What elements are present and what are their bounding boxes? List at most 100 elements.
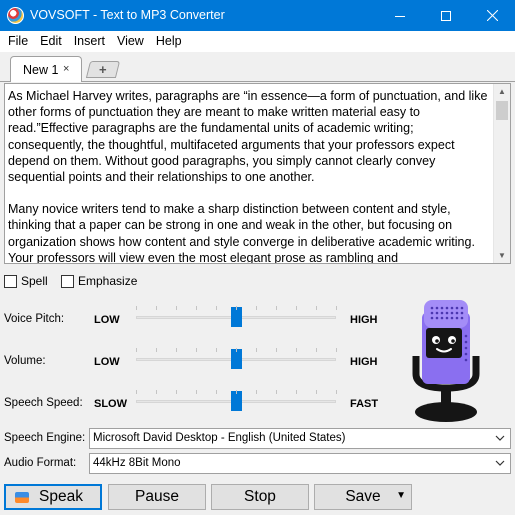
menu-view[interactable]: View [111, 31, 150, 52]
pause-label: Pause [135, 488, 179, 505]
slider-tick [316, 348, 317, 352]
slider-tick [296, 348, 297, 352]
slider-tick [136, 348, 137, 352]
scroll-down-icon[interactable]: ▼ [498, 251, 506, 260]
save-dropdown-icon[interactable]: ▼ [396, 490, 406, 501]
volume-high: HIGH [350, 356, 378, 368]
tab-label: New 1 [23, 62, 59, 77]
emphasize-option[interactable]: Emphasize [61, 274, 137, 288]
slider-tick [296, 306, 297, 310]
editor-paragraph: Many novice writers tend to make a sharp… [8, 202, 475, 264]
speech-speed-label: Speech Speed: [4, 397, 83, 409]
slider-tick [276, 306, 277, 310]
slider-tick [296, 390, 297, 394]
microphone-mascot-icon [412, 300, 480, 422]
slider-tick [236, 348, 237, 352]
stop-label: Stop [244, 488, 276, 505]
slider-tick [256, 306, 257, 310]
audio-format-select[interactable]: 44kHz 8Bit Mono [89, 453, 511, 474]
speech-speed-slider[interactable] [136, 390, 337, 414]
slider-tick [236, 390, 237, 394]
slider-thumb[interactable] [231, 349, 242, 369]
chevron-down-icon [495, 460, 505, 466]
slider-tick [156, 390, 157, 394]
speech-engine-select[interactable]: Microsoft David Desktop - English (Unite… [89, 428, 511, 449]
chevron-down-icon [495, 435, 505, 441]
editor-paragraph: As Michael Harvey writes, paragraphs are… [8, 89, 488, 185]
slider-tick [196, 306, 197, 310]
slider-tick [156, 348, 157, 352]
stop-button[interactable]: Stop [211, 484, 309, 510]
save-button[interactable]: Save ▼ [314, 484, 412, 510]
speech-speed-high: FAST [350, 398, 379, 410]
plus-icon: + [99, 62, 107, 77]
slider-tick [156, 306, 157, 310]
slider-tick [216, 348, 217, 352]
slider-tick [256, 348, 257, 352]
slider-thumb[interactable] [231, 391, 242, 411]
speak-button[interactable]: Speak [4, 484, 102, 510]
editor-content: As Michael Harvey writes, paragraphs are… [8, 88, 492, 264]
spell-option[interactable]: Spell [4, 274, 48, 288]
menu-file[interactable]: File [2, 31, 34, 52]
slider-tick [136, 306, 137, 310]
close-button[interactable] [469, 0, 515, 31]
slider-tick [136, 390, 137, 394]
minimize-button[interactable] [377, 0, 423, 31]
slider-tick [336, 348, 337, 352]
voice-pitch-high: HIGH [350, 314, 378, 326]
slider-thumb[interactable] [231, 307, 242, 327]
slider-tick [176, 390, 177, 394]
slider-tick [216, 306, 217, 310]
slider-tick [216, 390, 217, 394]
slider-tick [336, 390, 337, 394]
app-icon [7, 7, 24, 24]
slider-tick [336, 306, 337, 310]
slider-tick [256, 390, 257, 394]
menu-edit[interactable]: Edit [34, 31, 68, 52]
menu-bar: File Edit Insert View Help [0, 31, 515, 52]
save-label: Save [345, 488, 381, 505]
spell-label: Spell [21, 274, 48, 288]
spell-checkbox[interactable] [4, 274, 17, 288]
vertical-scrollbar[interactable]: ▲ ▼ [493, 84, 510, 263]
tab-new-1[interactable]: New 1 × [10, 56, 82, 82]
audio-format-value: 44kHz 8Bit Mono [93, 457, 181, 469]
title-bar: VOVSOFT - Text to MP3 Converter [0, 0, 515, 31]
slider-tick [196, 390, 197, 394]
window-title: VOVSOFT - Text to MP3 Converter [30, 8, 225, 22]
text-editor[interactable]: As Michael Harvey writes, paragraphs are… [4, 83, 511, 264]
menu-insert[interactable]: Insert [68, 31, 111, 52]
voice-pitch-low: LOW [94, 314, 120, 326]
slider-tick [236, 306, 237, 310]
audio-format-label: Audio Format: [4, 457, 77, 469]
scroll-thumb[interactable] [496, 101, 508, 120]
slider-tick [176, 348, 177, 352]
voice-pitch-label: Voice Pitch: [4, 313, 65, 325]
maximize-icon [441, 10, 451, 21]
slider-tick [316, 306, 317, 310]
menu-help[interactable]: Help [150, 31, 188, 52]
scroll-up-icon[interactable]: ▲ [498, 87, 506, 96]
volume-label: Volume: [4, 355, 46, 367]
volume-low: LOW [94, 356, 120, 368]
speech-engine-value: Microsoft David Desktop - English (Unite… [93, 432, 346, 444]
tab-close-icon[interactable]: × [63, 63, 69, 75]
slider-tick [176, 306, 177, 310]
slider-tick [276, 390, 277, 394]
emphasize-label: Emphasize [78, 274, 138, 288]
emphasize-checkbox[interactable] [61, 274, 74, 288]
slider-tick [196, 348, 197, 352]
voice-pitch-slider[interactable] [136, 306, 337, 330]
maximize-button[interactable] [423, 0, 469, 31]
tab-strip: New 1 × + [0, 52, 515, 82]
speech-speed-low: SLOW [94, 398, 127, 410]
close-icon [486, 10, 498, 21]
volume-slider[interactable] [136, 348, 337, 372]
slider-tick [276, 348, 277, 352]
new-tab-button[interactable]: + [85, 61, 121, 78]
speak-icon [15, 492, 29, 503]
pause-button[interactable]: Pause [108, 484, 206, 510]
minimize-icon [395, 15, 405, 17]
speak-label: Speak [39, 488, 83, 505]
